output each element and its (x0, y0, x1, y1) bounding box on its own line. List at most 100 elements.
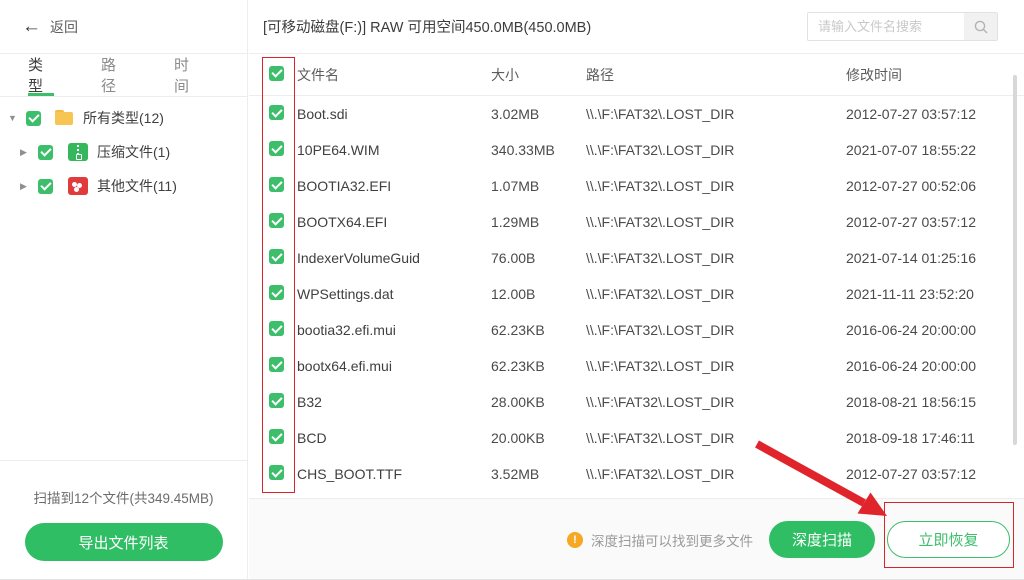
file-mtime: 2012-07-27 03:57:12 (846, 214, 1024, 230)
column-header-mtime[interactable]: 修改时间 (846, 65, 1024, 85)
export-file-list-button[interactable]: 导出文件列表 (25, 523, 223, 561)
row-checkbox[interactable] (269, 429, 284, 444)
action-bar: ! 深度扫描可以找到更多文件 深度扫描 立即恢复 (249, 498, 1024, 580)
search-button[interactable] (964, 13, 997, 40)
search-input[interactable] (808, 13, 964, 40)
file-name: BOOTIA32.EFI (297, 178, 491, 194)
table-row[interactable]: bootx64.efi.mui 62.23KB \\.\F:\FAT32\.LO… (249, 348, 1024, 384)
tree-item-label: 所有类型(12) (83, 108, 164, 128)
file-mtime: 2018-08-21 18:56:15 (846, 394, 1024, 410)
table-row[interactable]: IndexerVolumeGuid 76.00B \\.\F:\FAT32\.L… (249, 240, 1024, 276)
file-recovery-window: ← 返回 类型 路径 时间 ▼ 所有类型(12) ▶ 压缩文件(1) ▶ (0, 0, 1024, 580)
table-row[interactable]: BCD 20.00KB \\.\F:\FAT32\.LOST_DIR 2018-… (249, 420, 1024, 456)
file-name: IndexerVolumeGuid (297, 250, 491, 266)
file-mtime: 2016-06-24 20:00:00 (846, 322, 1024, 338)
file-size: 3.52MB (491, 466, 586, 482)
file-path: \\.\F:\FAT32\.LOST_DIR (586, 250, 846, 266)
file-size: 12.00B (491, 286, 586, 302)
file-size: 1.29MB (491, 214, 586, 230)
tree-checkbox[interactable] (26, 111, 41, 126)
row-checkbox[interactable] (269, 141, 284, 156)
caret-right-icon[interactable]: ▶ (20, 147, 32, 158)
row-checkbox[interactable] (269, 357, 284, 372)
file-size: 76.00B (491, 250, 586, 266)
column-header-size[interactable]: 大小 (491, 65, 586, 85)
file-path: \\.\F:\FAT32\.LOST_DIR (586, 430, 846, 446)
file-size: 340.33MB (491, 142, 586, 158)
main-panel: [可移动磁盘(F:)] RAW 可用空间450.0MB(450.0MB) 文件名… (249, 0, 1024, 580)
file-size: 62.23KB (491, 358, 586, 374)
search-box (807, 12, 998, 41)
zip-file-icon (68, 143, 88, 161)
table-row[interactable]: Boot.sdi 3.02MB \\.\F:\FAT32\.LOST_DIR 2… (249, 96, 1024, 132)
table-scrollbar[interactable] (1013, 75, 1017, 445)
file-type-tree: ▼ 所有类型(12) ▶ 压缩文件(1) ▶ 其他文件(11) (0, 97, 247, 203)
other-file-icon (68, 177, 88, 195)
deep-scan-hint: 深度扫描可以找到更多文件 (591, 530, 753, 550)
table-header: 文件名 大小 路径 修改时间 (249, 54, 1024, 96)
file-name: WPSettings.dat (297, 286, 491, 302)
file-mtime: 2012-07-27 00:52:06 (846, 178, 1024, 194)
back-button[interactable]: ← 返回 (0, 0, 247, 54)
file-mtime: 2016-06-24 20:00:00 (846, 358, 1024, 374)
file-name: BOOTX64.EFI (297, 214, 491, 230)
row-checkbox[interactable] (269, 213, 284, 228)
recover-now-button[interactable]: 立即恢复 (887, 521, 1010, 558)
row-checkbox[interactable] (269, 465, 284, 480)
file-size: 20.00KB (491, 430, 586, 446)
table-row[interactable]: BOOTIA32.EFI 1.07MB \\.\F:\FAT32\.LOST_D… (249, 168, 1024, 204)
file-name: Boot.sdi (297, 106, 491, 122)
tab-path[interactable]: 路径 (101, 54, 127, 96)
row-checkbox[interactable] (269, 285, 284, 300)
tree-checkbox[interactable] (38, 179, 53, 194)
tab-time[interactable]: 时间 (174, 54, 200, 96)
file-mtime: 2018-09-18 17:46:11 (846, 430, 1024, 446)
select-all-checkbox[interactable] (269, 66, 284, 81)
tree-item-all-types[interactable]: ▼ 所有类型(12) (0, 101, 247, 135)
tree-item-label: 其他文件(11) (97, 176, 177, 196)
file-path: \\.\F:\FAT32\.LOST_DIR (586, 106, 846, 122)
sidebar-tabs: 类型 路径 时间 (0, 54, 247, 97)
file-path: \\.\F:\FAT32\.LOST_DIR (586, 358, 846, 374)
back-label: 返回 (50, 17, 78, 37)
tree-item-other-files[interactable]: ▶ 其他文件(11) (0, 169, 247, 203)
folder-icon (54, 109, 74, 127)
column-header-path[interactable]: 路径 (586, 65, 846, 85)
table-row[interactable]: BOOTX64.EFI 1.29MB \\.\F:\FAT32\.LOST_DI… (249, 204, 1024, 240)
caret-right-icon[interactable]: ▶ (20, 181, 32, 192)
table-row[interactable]: 10PE64.WIM 340.33MB \\.\F:\FAT32\.LOST_D… (249, 132, 1024, 168)
row-checkbox[interactable] (269, 105, 284, 120)
file-mtime: 2021-07-07 18:55:22 (846, 142, 1024, 158)
file-path: \\.\F:\FAT32\.LOST_DIR (586, 466, 846, 482)
file-mtime: 2021-07-14 01:25:16 (846, 250, 1024, 266)
row-checkbox[interactable] (269, 249, 284, 264)
file-path: \\.\F:\FAT32\.LOST_DIR (586, 214, 846, 230)
file-name: CHS_BOOT.TTF (297, 466, 491, 482)
tree-item-archive-files[interactable]: ▶ 压缩文件(1) (0, 135, 247, 169)
file-table: Boot.sdi 3.02MB \\.\F:\FAT32\.LOST_DIR 2… (249, 96, 1024, 492)
drive-title: [可移动磁盘(F:)] RAW 可用空间450.0MB(450.0MB) (263, 16, 591, 37)
table-row[interactable]: WPSettings.dat 12.00B \\.\F:\FAT32\.LOST… (249, 276, 1024, 312)
file-size: 1.07MB (491, 178, 586, 194)
table-row[interactable]: B32 28.00KB \\.\F:\FAT32\.LOST_DIR 2018-… (249, 384, 1024, 420)
file-mtime: 2012-07-27 03:57:12 (846, 466, 1024, 482)
file-path: \\.\F:\FAT32\.LOST_DIR (586, 394, 846, 410)
file-name: BCD (297, 430, 491, 446)
column-header-filename[interactable]: 文件名 (297, 65, 491, 85)
tree-checkbox[interactable] (38, 145, 53, 160)
row-checkbox[interactable] (269, 393, 284, 408)
file-path: \\.\F:\FAT32\.LOST_DIR (586, 178, 846, 194)
table-row[interactable]: bootia32.efi.mui 62.23KB \\.\F:\FAT32\.L… (249, 312, 1024, 348)
caret-down-icon[interactable]: ▼ (8, 113, 20, 123)
search-icon (973, 19, 989, 35)
main-header: [可移动磁盘(F:)] RAW 可用空间450.0MB(450.0MB) (249, 0, 1024, 54)
scan-summary: 扫描到12个文件(共349.45MB) (0, 487, 247, 507)
row-checkbox[interactable] (269, 177, 284, 192)
table-row[interactable]: CHS_BOOT.TTF 3.52MB \\.\F:\FAT32\.LOST_D… (249, 456, 1024, 492)
row-checkbox[interactable] (269, 321, 284, 336)
file-path: \\.\F:\FAT32\.LOST_DIR (586, 286, 846, 302)
tree-item-label: 压缩文件(1) (97, 142, 170, 162)
tab-type[interactable]: 类型 (28, 54, 54, 96)
file-name: 10PE64.WIM (297, 142, 491, 158)
deep-scan-button[interactable]: 深度扫描 (769, 521, 875, 558)
